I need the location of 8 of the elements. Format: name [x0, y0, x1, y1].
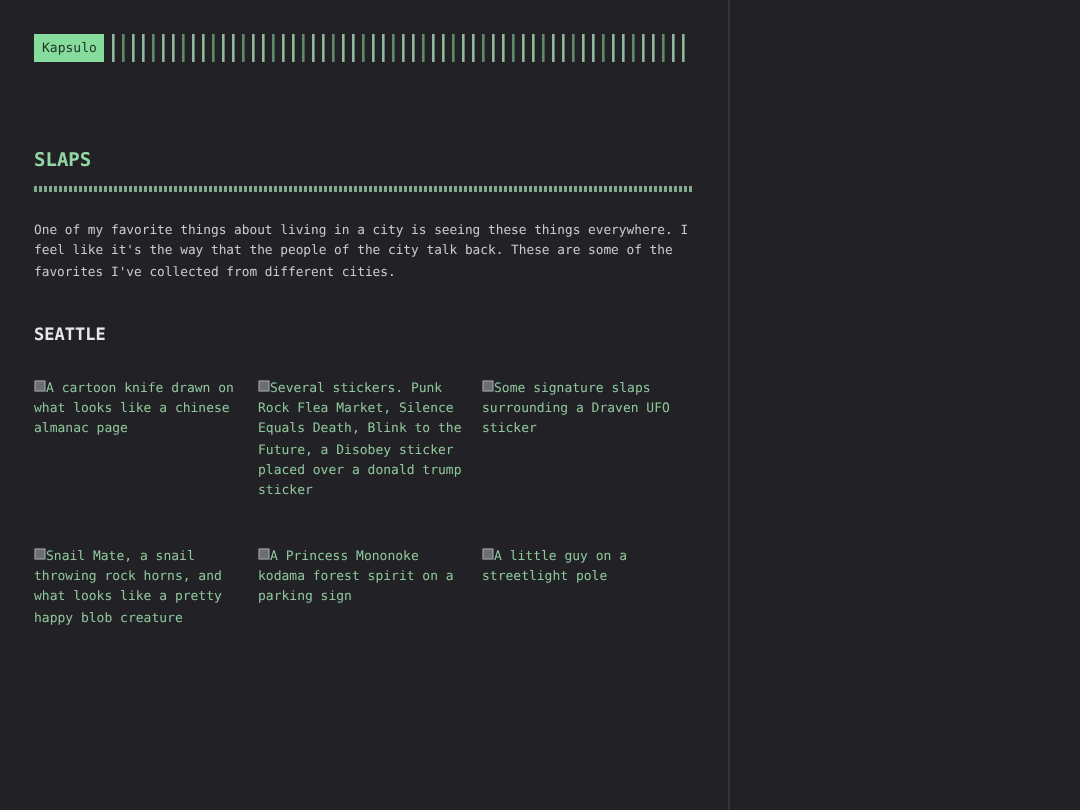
broken-image-icon: [258, 548, 270, 561]
broken-image-icon: [34, 548, 46, 561]
broken-image-icon: [34, 380, 46, 393]
city-heading: SEATTLE: [34, 325, 106, 348]
broken-image-icon: [482, 548, 494, 561]
broken-image-icon: [258, 380, 270, 393]
page-title: SLAPS: [34, 150, 92, 174]
broken-image-icon: [482, 380, 494, 393]
